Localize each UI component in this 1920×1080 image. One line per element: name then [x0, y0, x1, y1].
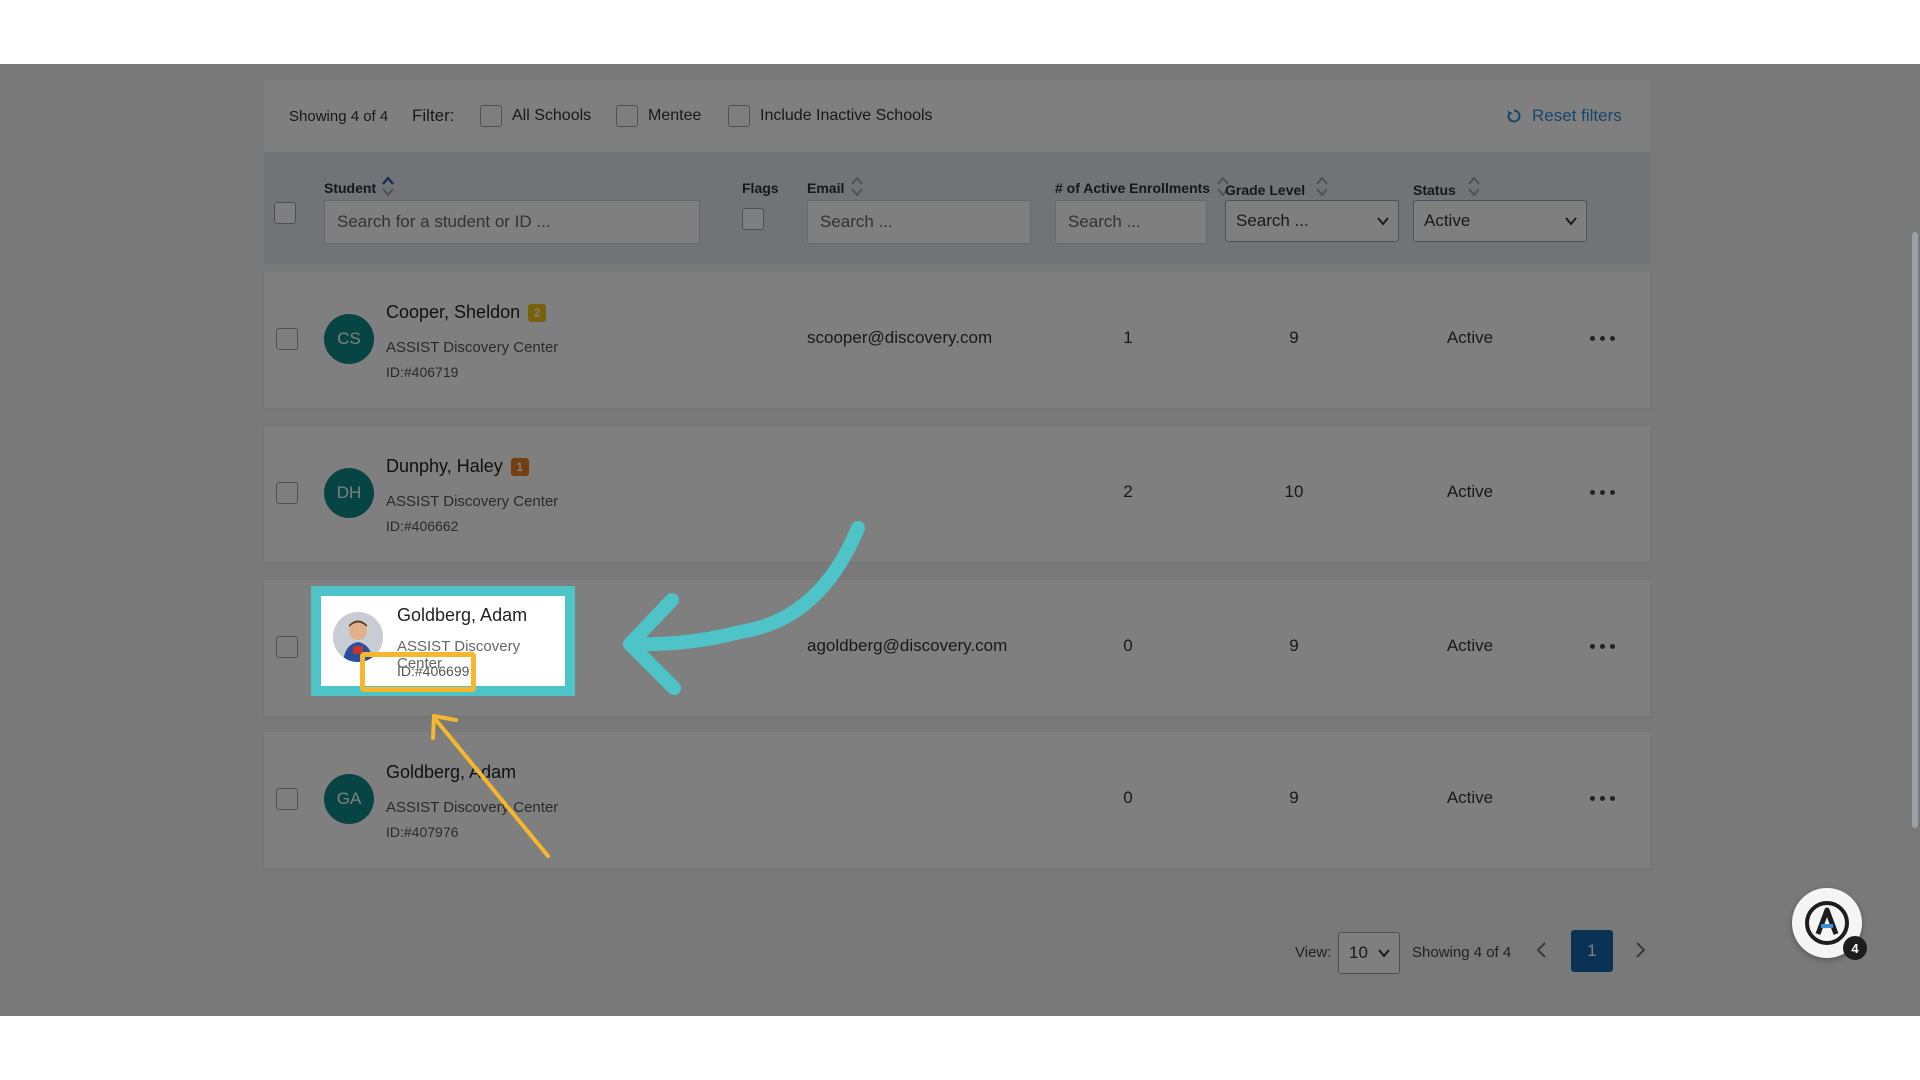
teal-arrow-icon — [633, 521, 865, 652]
notification-count: 4 — [1851, 940, 1859, 956]
annotation-arrows — [431, 521, 865, 858]
notification-badge: 4 — [1843, 936, 1867, 960]
orange-arrow-icon — [434, 718, 550, 858]
